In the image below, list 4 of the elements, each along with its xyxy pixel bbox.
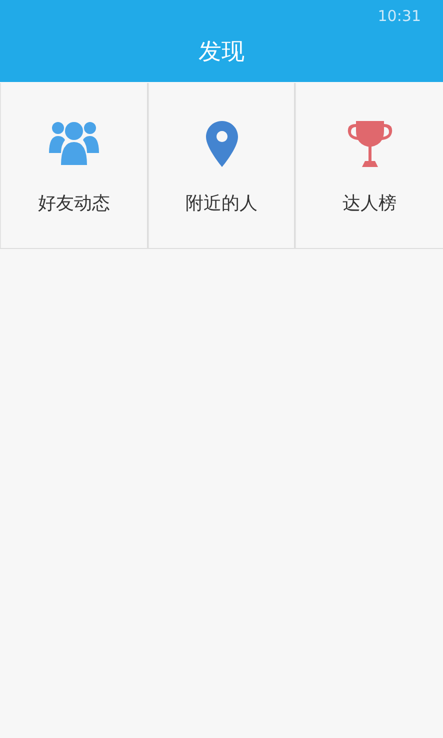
discover-tile[interactable]: 好友动态: [0, 83, 148, 248]
discover-tile[interactable]: 附近的人: [148, 83, 295, 248]
status-time: 10:31: [378, 7, 421, 25]
page-title: 发现: [198, 38, 246, 67]
